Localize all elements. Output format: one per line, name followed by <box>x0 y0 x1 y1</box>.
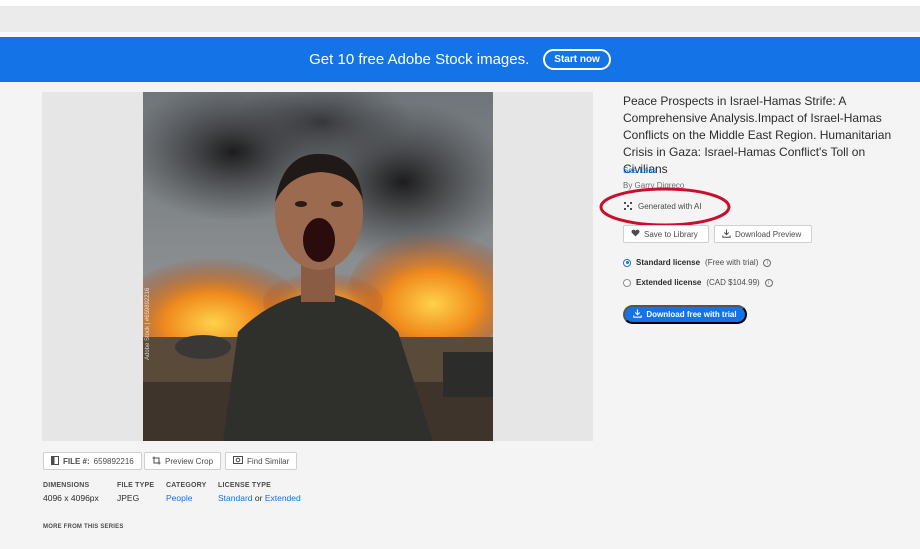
filetype-detail: FILE TYPE JPEG <box>117 482 154 503</box>
asset-title: Peace Prospects in Israel-Hamas Strife: … <box>623 94 892 176</box>
category-link[interactable]: People <box>166 493 207 503</box>
filetype-heading: FILE TYPE <box>117 482 155 489</box>
extended-license-note: (CAD $104.99) <box>706 278 760 287</box>
standard-license-link[interactable]: Standard <box>218 493 253 503</box>
license-or-text: or <box>254 493 263 503</box>
download-free-trial-label: Download free with trial <box>646 310 737 319</box>
preview-crop-label: Preview Crop <box>165 456 214 466</box>
standard-license-note: (Free with trial) <box>705 258 759 267</box>
stock-photo-illustration <box>143 92 493 441</box>
promo-text: Get 10 free Adobe Stock images. <box>309 51 530 68</box>
extended-license-option[interactable]: Extended license (CAD $104.99) i <box>623 278 773 287</box>
extended-license-name: Extended license <box>636 278 702 287</box>
see-less-link[interactable]: See Less <box>623 166 656 175</box>
ai-sparkle-icon <box>623 201 633 211</box>
filetype-value: JPEG <box>117 493 140 503</box>
find-similar-label: Find Similar <box>247 456 290 466</box>
download-free-trial-button[interactable]: Download free with trial <box>623 305 747 324</box>
download-preview-label: Download Preview <box>735 229 802 239</box>
contributor-byline[interactable]: By Garry Digreco <box>623 181 684 190</box>
license-type-detail: LICENSE TYPE Standard or Extended <box>218 482 301 503</box>
heart-icon <box>631 229 640 239</box>
stock-photo[interactable]: Adobe Stock | #659892216 <box>143 92 493 441</box>
extended-license-radio[interactable] <box>623 278 631 287</box>
ai-badge-label: Generated with AI <box>638 201 702 211</box>
promo-banner: Get 10 free Adobe Stock images. Start no… <box>0 37 920 82</box>
preview-crop-button[interactable]: Preview Crop <box>144 452 222 470</box>
file-number-label: FILE #: <box>63 456 90 466</box>
license-type-value: Standard or Extended <box>218 493 301 503</box>
license-type-heading: LICENSE TYPE <box>218 482 271 489</box>
photo-watermark: Adobe Stock | #659892216 <box>145 287 151 360</box>
download-icon <box>633 309 643 320</box>
standard-license-radio[interactable] <box>623 258 631 267</box>
download-icon <box>722 229 731 240</box>
find-similar-icon <box>233 456 243 466</box>
extended-license-link[interactable]: Extended <box>265 493 301 503</box>
more-from-series-heading: MORE FROM THIS SERIES <box>43 524 124 530</box>
standard-license-name: Standard license <box>636 258 701 267</box>
download-preview-button[interactable]: Download Preview <box>714 225 812 243</box>
category-heading: CATEGORY <box>166 482 207 489</box>
crop-icon <box>152 456 161 467</box>
generated-with-ai-badge: Generated with AI <box>623 201 702 211</box>
file-number-value: 659892216 <box>93 456 134 466</box>
browser-toolbar <box>0 6 920 32</box>
info-icon[interactable]: i <box>763 258 772 267</box>
file-number-chip[interactable]: FILE #: 659892216 <box>43 452 142 470</box>
dimensions-heading: DIMENSIONS <box>43 482 90 489</box>
start-now-button[interactable]: Start now <box>543 49 611 70</box>
category-detail: CATEGORY People <box>166 482 207 503</box>
find-similar-button[interactable]: Find Similar <box>225 452 298 470</box>
file-icon <box>51 455 59 467</box>
dimensions-detail: DIMENSIONS 4096 x 4096px <box>43 482 99 503</box>
standard-license-option[interactable]: Standard license (Free with trial) i <box>623 258 772 267</box>
save-to-library-label: Save to Library <box>644 229 698 239</box>
dimensions-value: 4096 x 4096px <box>43 493 99 503</box>
info-icon[interactable]: i <box>764 278 773 287</box>
save-to-library-button[interactable]: Save to Library <box>623 225 709 243</box>
